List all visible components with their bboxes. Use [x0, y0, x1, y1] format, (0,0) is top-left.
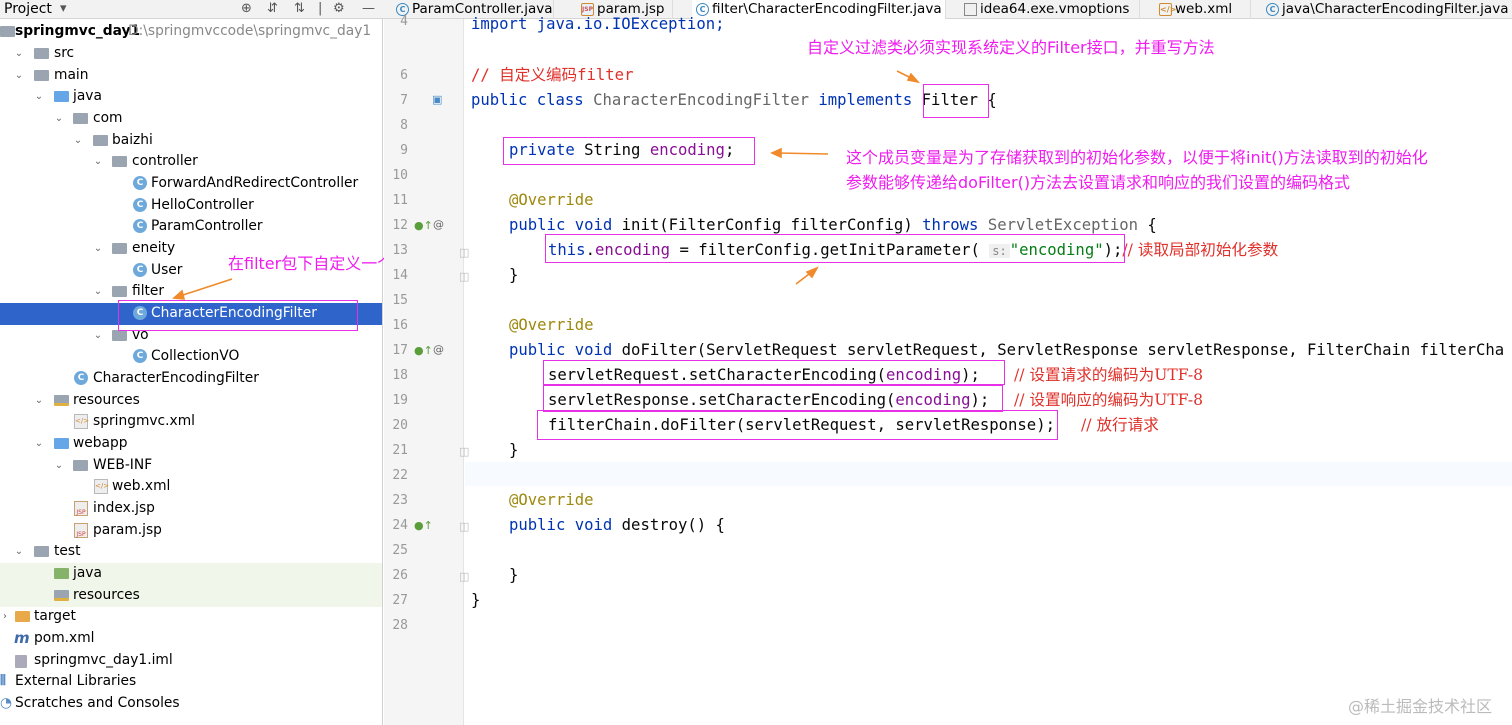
- arrow-head: [172, 289, 186, 300]
- watermark: @稀土掘金技术社区: [1347, 697, 1492, 716]
- arrow-head: [805, 266, 819, 279]
- arrow-head: [770, 147, 782, 159]
- arrow-filter-package: [179, 278, 233, 297]
- annotation-arrows: [172, 70, 921, 300]
- arrow-head: [906, 72, 921, 84]
- arrow-member-variable: [777, 152, 829, 155]
